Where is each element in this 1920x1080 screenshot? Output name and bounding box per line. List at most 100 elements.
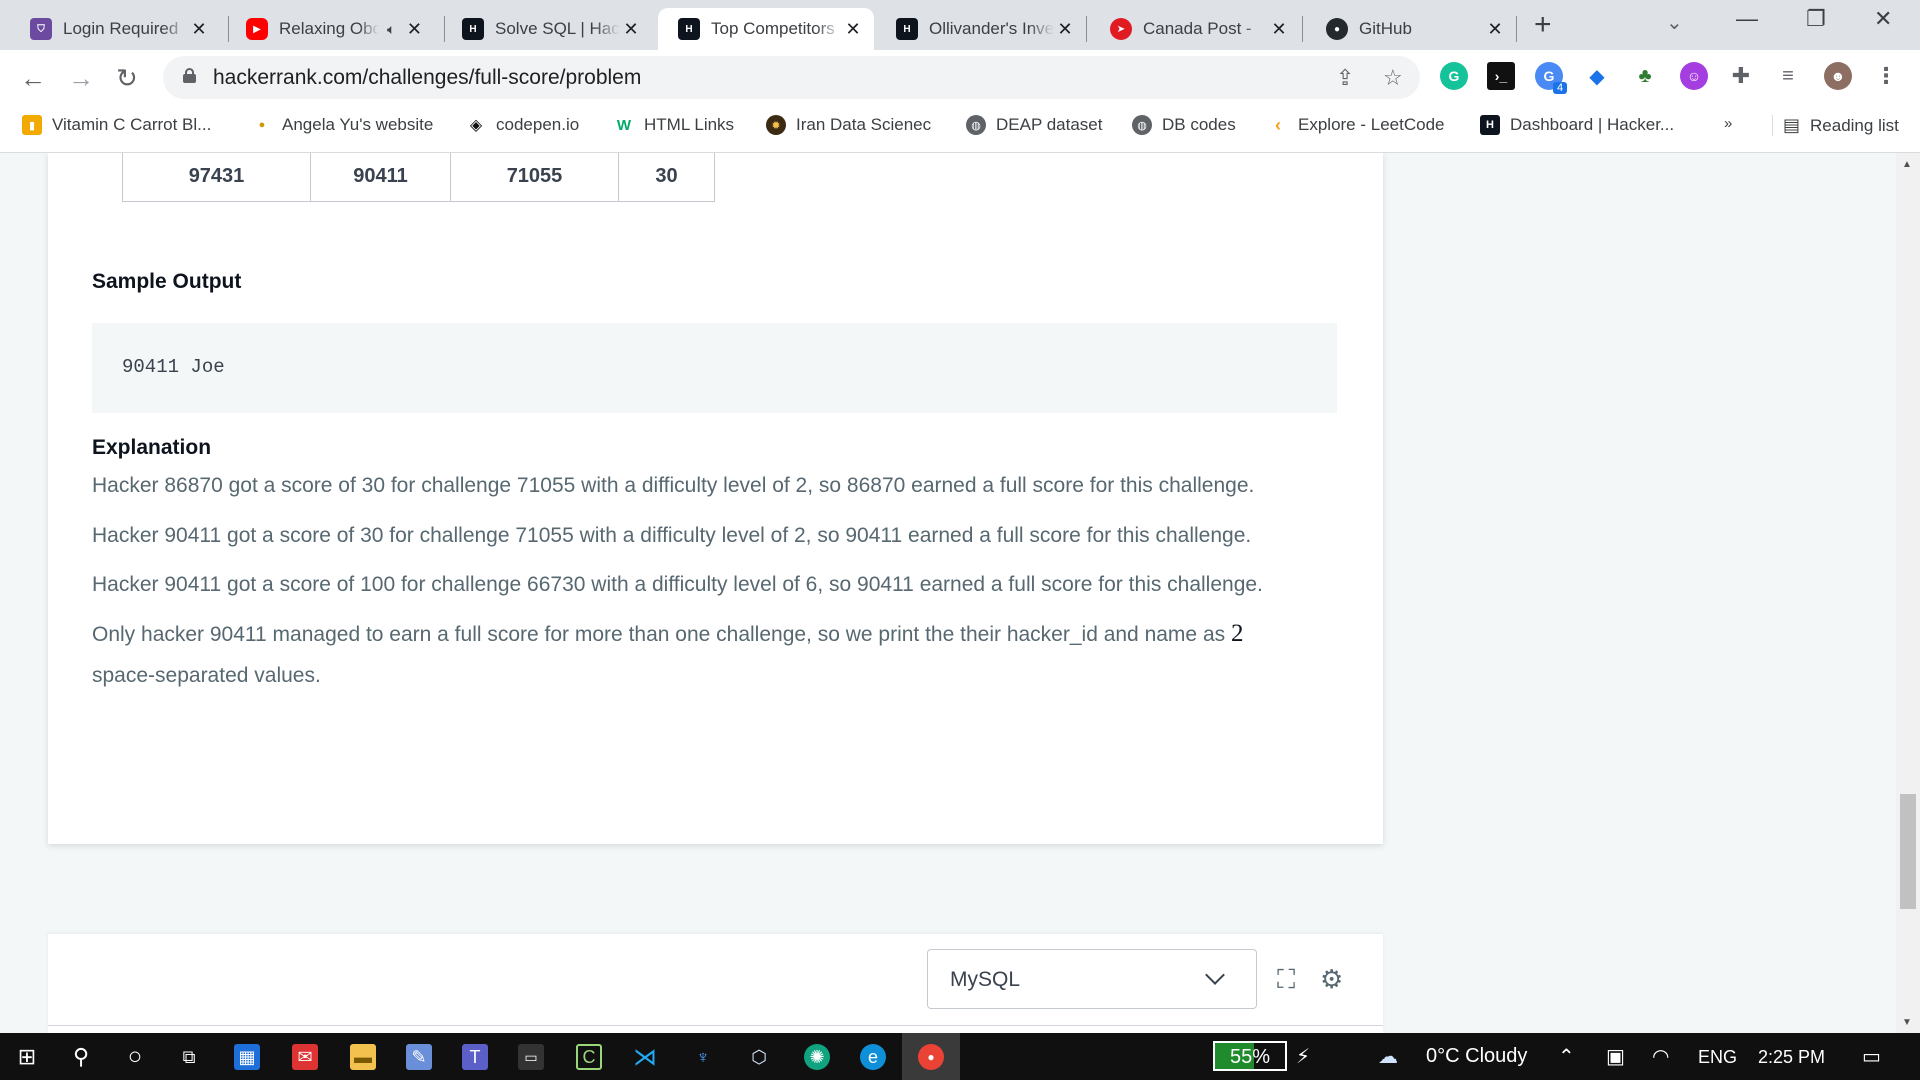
codepen-icon: ◈ [466, 115, 486, 135]
edge-icon[interactable]: e [860, 1044, 886, 1070]
scroll-up-icon[interactable]: ▲ [1902, 159, 1912, 170]
page-scrollbar[interactable]: ▲ ▼ [1896, 153, 1920, 1033]
reading-list-button[interactable]: ▤ Reading list [1772, 115, 1899, 136]
close-window-button[interactable]: ✕ [1874, 6, 1892, 32]
tab-relaxing-music[interactable]: ▶ Relaxing Oboe Music 🔈︎ ✕ [226, 8, 436, 50]
explanation-line: Hacker 90411 got a score of 30 for chall… [92, 524, 1252, 547]
bookmark-label: DB codes [1162, 115, 1236, 134]
graduation-cap-icon[interactable]: ◆ [1583, 62, 1611, 90]
mail-app-icon[interactable]: ✉ [292, 1044, 318, 1070]
address-bar[interactable]: hackerrank.com/challenges/full-score/pro… [163, 56, 1420, 99]
extension-badge: 4 [1553, 82, 1568, 94]
tab-title: Ollivander's Inventory [929, 19, 1054, 38]
paint-app-icon[interactable]: ✎ [406, 1044, 432, 1070]
chrome-icon[interactable]: ● [918, 1044, 944, 1070]
command-prompt-icon[interactable]: ▭ [518, 1044, 544, 1070]
forward-button[interactable]: → [68, 63, 94, 94]
hackerrank-icon: H [462, 18, 484, 40]
file-explorer-icon[interactable]: ▬ [350, 1044, 376, 1070]
clock[interactable]: 2:25 PM [1758, 1047, 1825, 1068]
tab-ollivanders[interactable]: H Ollivander's Inventory ✕ [876, 8, 1086, 50]
weather-text[interactable]: 0°C Cloudy [1426, 1045, 1527, 1068]
new-tab-button[interactable]: + [1534, 8, 1552, 42]
teams-app-icon[interactable]: T [462, 1044, 488, 1070]
bookmark-angela-yu[interactable]: ● Angela Yu's website [252, 115, 433, 135]
bookmark-hackerrank-dashboard[interactable]: H Dashboard | Hacker... [1480, 115, 1674, 135]
tab-canada-post[interactable]: ➤ Canada Post - ✕ [1090, 8, 1300, 50]
close-icon[interactable]: ✕ [1484, 19, 1506, 40]
page-viewport: 97431 90411 71055 30 Sample Output 90411… [0, 153, 1896, 1033]
windows-start-icon[interactable]: ⊞ [14, 1044, 40, 1070]
grammarly-icon[interactable]: G [1440, 62, 1468, 90]
bookmark-star-icon[interactable]: ☆ [1383, 65, 1403, 91]
fullscreen-icon[interactable]: ⛶ [1277, 964, 1295, 996]
tab-github[interactable]: ● GitHub ✕ [1306, 8, 1516, 50]
cloud-icon[interactable]: ☁ [1378, 1044, 1398, 1069]
search-icon[interactable]: ⚲ [68, 1044, 94, 1070]
profile-avatar[interactable]: ☻ [1824, 62, 1852, 90]
wifi-icon[interactable]: ◠ [1652, 1044, 1669, 1069]
scrollbar-thumb[interactable] [1900, 794, 1916, 909]
meet-now-icon[interactable]: ▣ [1606, 1044, 1625, 1069]
language-select[interactable]: MySQL [927, 949, 1257, 1009]
plug-icon[interactable]: ⚡ [1296, 1044, 1310, 1069]
bookmark-iran-data[interactable]: ✹ Iran Data Scienec [766, 115, 931, 135]
more-bookmarks-button[interactable]: » [1724, 115, 1732, 132]
bookmark-label: HTML Links [644, 115, 735, 134]
pin-icon: ● [252, 115, 272, 135]
network-app-icon[interactable]: ♆ [690, 1044, 716, 1070]
restore-button[interactable]: ❐ [1806, 6, 1826, 32]
bookmark-label: Vitamin C Carrot Bl... [52, 115, 212, 134]
sample-output-text: 90411 Joe [122, 356, 225, 378]
close-icon[interactable]: ✕ [620, 19, 642, 40]
close-icon[interactable]: ✕ [403, 19, 425, 40]
share-icon[interactable]: ⇪ [1336, 65, 1354, 91]
divider [48, 1025, 1383, 1026]
bookmark-db-codes[interactable]: ◍ DB codes [1132, 115, 1236, 135]
tab-top-competitors[interactable]: H Top Competitors ✕ [658, 8, 874, 50]
speaker-icon[interactable]: 🔈︎ [387, 21, 395, 38]
extensions-puzzle-icon[interactable]: ✚ [1727, 62, 1755, 90]
python-ide-icon[interactable]: C [576, 1044, 602, 1070]
html-tree-icon[interactable]: ♣ [1631, 62, 1659, 90]
scroll-down-icon[interactable]: ▼ [1902, 1017, 1912, 1028]
bookmark-deap[interactable]: ◍ DEAP dataset [966, 115, 1102, 135]
task-view-icon[interactable]: ⧉ [176, 1044, 202, 1070]
gear-icon[interactable]: ⚙ [1320, 964, 1343, 995]
calendar-app-icon[interactable]: ▦ [234, 1044, 260, 1070]
virtualbox-icon[interactable]: ⬡ [746, 1044, 772, 1070]
minimize-button[interactable]: — [1736, 6, 1758, 32]
reload-button[interactable]: ↻ [116, 63, 138, 94]
battery-meter[interactable]: 55% [1213, 1041, 1287, 1071]
globe-icon: ◍ [1132, 115, 1152, 135]
menu-kebab-icon[interactable]: ⋮ [1872, 62, 1900, 90]
tab-separator [1086, 16, 1087, 42]
chatgpt-icon[interactable]: ✺ [804, 1044, 830, 1070]
hackerrank-icon: H [896, 18, 918, 40]
chevron-up-icon[interactable]: ⌃ [1558, 1044, 1575, 1069]
notifications-icon[interactable]: ▭ [1862, 1044, 1881, 1069]
input-language[interactable]: ENG [1698, 1047, 1737, 1068]
close-icon[interactable]: ✕ [1054, 19, 1076, 40]
bookmark-html-links[interactable]: W HTML Links [614, 115, 734, 135]
cortana-icon[interactable]: ○ [122, 1043, 148, 1070]
bookmark-codepen[interactable]: ◈ codepen.io [466, 115, 579, 135]
close-icon[interactable]: ✕ [842, 19, 864, 40]
close-icon[interactable]: ✕ [1268, 19, 1290, 40]
media-control-icon[interactable]: ≡ [1774, 62, 1802, 90]
url-text[interactable]: hackerrank.com/challenges/full-score/pro… [213, 66, 641, 90]
hackerrank-icon: H [678, 18, 700, 40]
windows-taskbar: ⊞ ⚲ ○ ⧉ ▦ ✉ ▬ ✎ T ▭ C ⋊ ♆ ⬡ ✺ e ● 55% ⚡ … [0, 1033, 1920, 1080]
terminal-icon[interactable]: ›_ [1487, 62, 1515, 90]
tab-solve-sql[interactable]: H Solve SQL | HackerRank ✕ [442, 8, 652, 50]
lock-icon[interactable] [183, 68, 196, 83]
back-button[interactable]: ← [20, 63, 46, 94]
close-icon[interactable]: ✕ [188, 19, 210, 40]
tab-login-required[interactable]: ⛉ Login Required ✕ [10, 8, 220, 50]
bookmark-leetcode[interactable]: ‹ Explore - LeetCode [1268, 115, 1444, 135]
bookmark-vitamin[interactable]: ▮ Vitamin C Carrot Bl... [22, 115, 211, 135]
tab-search-icon[interactable]: ⌄ [1666, 10, 1683, 35]
purple-extension-icon[interactable]: ☺ [1680, 62, 1708, 90]
canada-post-icon: ➤ [1110, 18, 1132, 40]
vscode-icon[interactable]: ⋊ [632, 1044, 658, 1071]
